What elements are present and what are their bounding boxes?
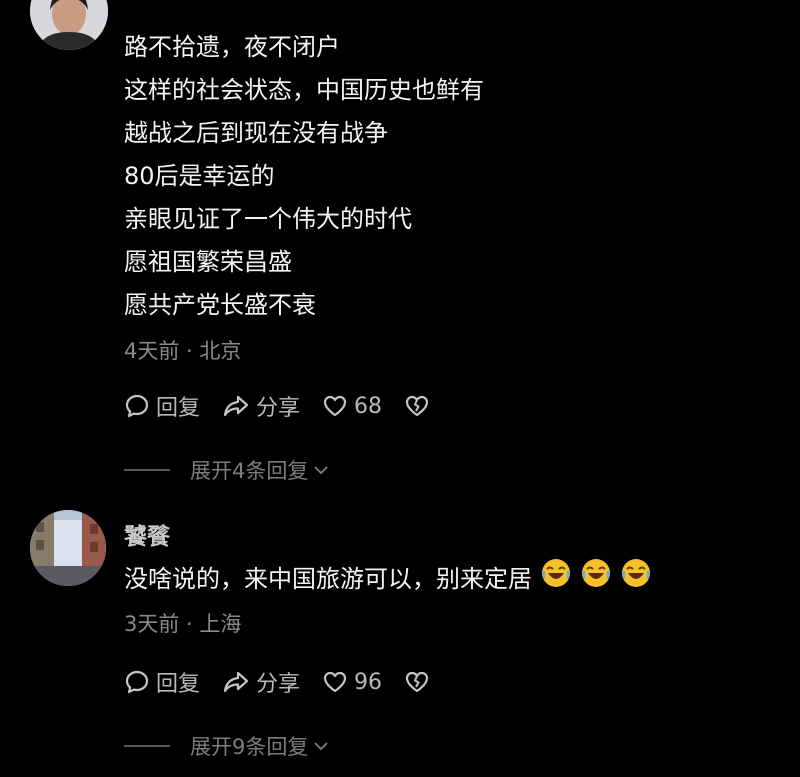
chevron-down-icon [314,742,329,751]
comment-meta: 4天前 · 北京 [124,339,242,363]
comment-bubble-icon [125,394,149,418]
like-count: 68 [354,393,383,419]
heart-icon [323,395,347,417]
comment-line: 路不拾遗，夜不闭户 [124,33,340,61]
laughing-crying-emoji-icon [620,557,652,603]
dislike-button[interactable] [404,670,436,694]
divider-line [124,469,170,471]
share-arrow-icon [223,395,249,417]
reply-button[interactable]: 回复 [124,666,200,698]
comment-actions: 回复 分享 68 [124,390,458,422]
share-button[interactable]: 分享 [222,390,300,422]
comment-bubble-icon [125,670,149,694]
comment-line: 这样的社会状态，中国历史也鲜有 [124,76,484,104]
like-button[interactable]: 96 [322,670,382,695]
comment-line: 愿祖国繁荣昌盛 [124,248,292,276]
comment-line: 愿共产党长盛不衰 [124,291,316,319]
share-button[interactable]: 分享 [222,666,300,698]
share-label: 分享 [256,672,301,697]
person-avatar-image [30,0,108,50]
broken-heart-icon [405,671,429,693]
like-count: 96 [354,669,383,695]
dislike-button[interactable] [404,394,436,418]
broken-heart-icon [405,395,429,417]
laughing-crying-emoji-icon [540,557,572,603]
like-button[interactable]: 68 [322,394,382,419]
street-avatar-image [30,510,106,586]
reply-button[interactable]: 回复 [124,390,200,422]
username[interactable]: 饕餮 [124,517,170,551]
expand-replies-label: 展开4条回复 [190,459,309,483]
comment-line: 亲眼见证了一个伟大的时代 [124,205,412,233]
reply-label: 回复 [156,396,201,421]
comment-line: 没啥说的，来中国旅游可以，别来定居 [124,565,532,593]
avatar[interactable] [30,0,108,50]
expand-replies-label: 展开9条回复 [190,735,309,759]
expand-replies-button[interactable]: 展开4条回复 [124,455,330,485]
divider-line [124,745,170,747]
laughing-crying-emoji-icon [580,557,612,603]
comment-body: 路不拾遗，夜不闭户 这样的社会状态，中国历史也鲜有 越战之后到现在没有战争 80… [124,26,484,327]
heart-icon [323,671,347,693]
avatar[interactable] [30,510,106,586]
chevron-down-icon [314,466,329,475]
expand-replies-button[interactable]: 展开9条回复 [124,731,330,761]
comment-body: 没啥说的，来中国旅游可以，别来定居 [124,557,652,603]
comment-actions: 回复 分享 96 [124,666,458,698]
comment-line: 越战之后到现在没有战争 [124,119,388,147]
reply-label: 回复 [156,672,201,697]
comment-line: 80后是幸运的 [124,162,275,190]
comment-meta: 3天前 · 上海 [124,612,242,636]
share-arrow-icon [223,671,249,693]
share-label: 分享 [256,396,301,421]
